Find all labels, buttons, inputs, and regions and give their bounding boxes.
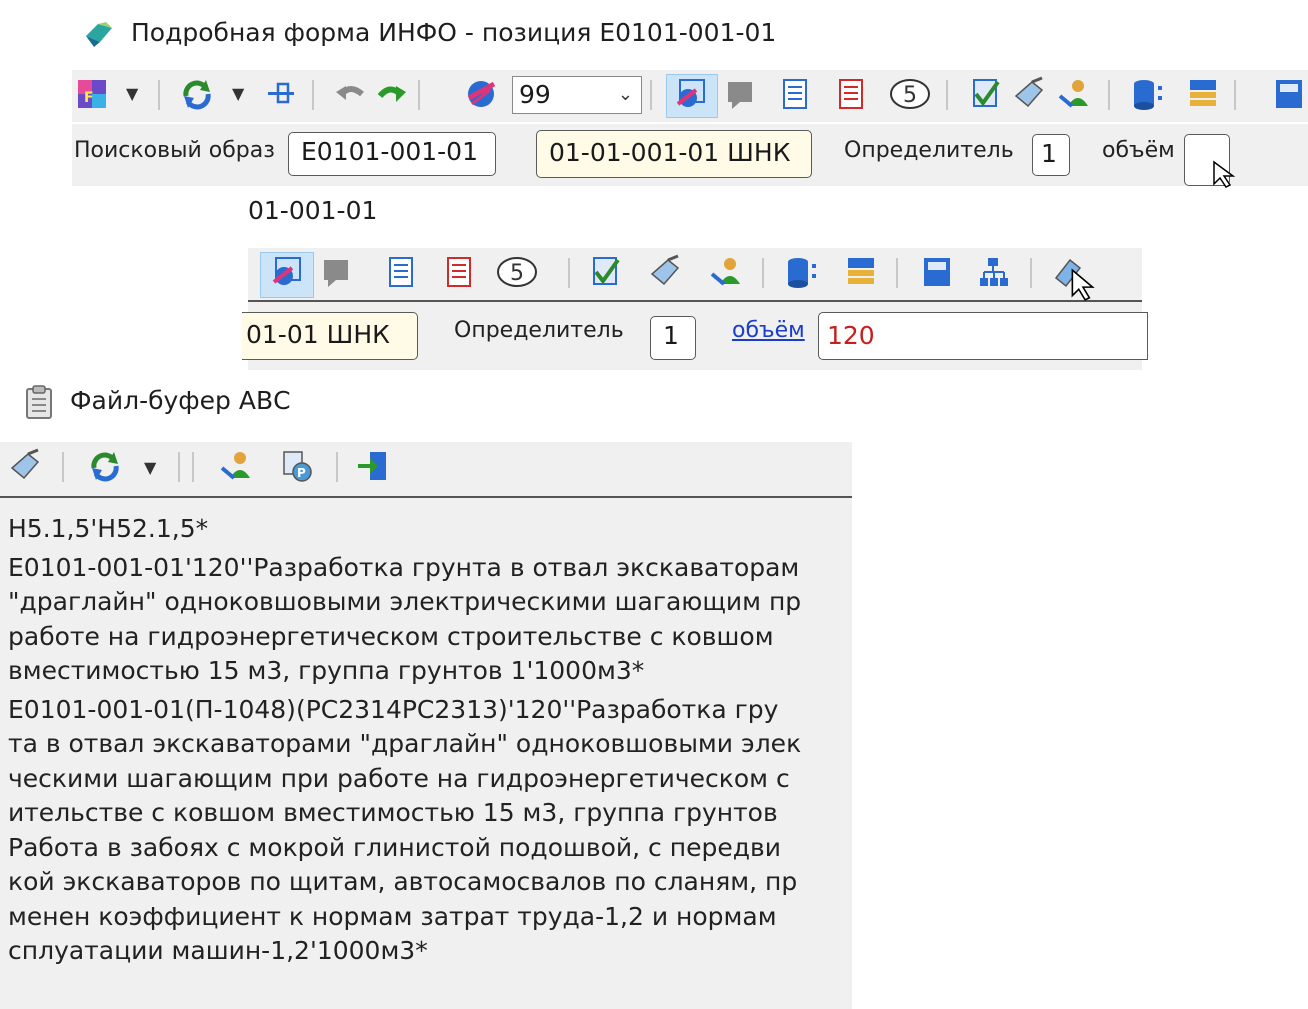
window-title: Подробная форма ИНФО - позиция Е0101-001…	[131, 18, 777, 47]
buffer-line: ительстве с ковшом вместимостью 15 м3, г…	[8, 798, 778, 827]
database-icon[interactable]	[784, 254, 818, 290]
determinant-input[interactable]: 1	[650, 316, 696, 360]
refresh-dropdown-arrow[interactable]: ▼	[232, 84, 244, 103]
toolbar-separator	[762, 258, 764, 288]
buffer-line: Работа в забоях с мокрой глинистой подош…	[8, 832, 781, 862]
toolbar-separator	[946, 80, 948, 110]
search-row: Поисковый образ Е0101-001-01 01-01-001-0…	[72, 124, 1308, 188]
globe-icon	[676, 79, 705, 107]
buffer-toolbar: ▼ P	[0, 442, 852, 498]
window-title-fragment: 01-001-01	[248, 196, 378, 225]
five-circle-icon[interactable]: 5	[888, 76, 932, 112]
toolbar-separator	[312, 80, 314, 110]
buffer-line: вместимостью 15 м3, группа грунтов 1'100…	[8, 656, 645, 685]
buffer-line: Е0101-001-01(П-1048)(РС2314РС2313)'120''…	[8, 694, 779, 724]
buffer-line: та в отвал экскаваторами "драглайн" одно…	[8, 729, 802, 758]
zoom-combobox[interactable]: 99 ⌄	[512, 76, 642, 114]
volume-input[interactable]: 120	[818, 312, 1148, 360]
form-dropdown-arrow[interactable]: ▼	[126, 84, 138, 103]
brush-icon[interactable]	[8, 448, 42, 484]
user-icon[interactable]	[1058, 76, 1092, 112]
app-logo-icon	[86, 22, 112, 47]
toolbar-separator	[1234, 80, 1236, 110]
window-info-form-zoom: 01-001-01 5 01-01 ШНК Определитель 1 объ…	[242, 190, 1148, 372]
window-title: Файл-буфер АВС	[70, 386, 291, 415]
user-icon[interactable]	[220, 448, 254, 484]
window-info-form: Подробная форма ИНФО - позиция Е0101-001…	[0, 0, 1308, 190]
pin-icon[interactable]	[264, 76, 298, 112]
gray-icon[interactable]	[320, 254, 354, 290]
mouse-cursor-icon	[1213, 160, 1236, 188]
user-icon[interactable]	[710, 254, 744, 290]
zoom-value: 99	[519, 80, 551, 109]
refresh-dropdown-arrow[interactable]: ▼	[144, 458, 156, 477]
gray-icon[interactable]	[724, 76, 758, 112]
mouse-cursor-icon	[1071, 268, 1095, 301]
toolbar-separator	[896, 258, 898, 288]
toolbar-separator	[336, 452, 338, 482]
refresh-icon[interactable]	[180, 76, 214, 112]
volume-label: объём	[1102, 138, 1175, 163]
code-field: 01-01-001-01 ШНК	[536, 130, 812, 178]
list-blue-icon[interactable]	[384, 254, 418, 290]
toolbar-separator	[1108, 80, 1110, 110]
determinant-input[interactable]: 1	[1032, 134, 1070, 176]
toolbar-separator	[178, 452, 180, 482]
copy-icon[interactable]: P	[280, 448, 314, 484]
database-icon[interactable]	[1130, 76, 1164, 112]
svg-text:F: F	[84, 90, 94, 106]
list-red-icon[interactable]	[442, 254, 476, 290]
zoom-search-row: 01-01 ШНК Определитель 1 объём 120	[242, 302, 1148, 370]
toolbar-separator	[62, 452, 64, 482]
toolbar-separator	[418, 80, 420, 110]
form-icon[interactable]: F	[76, 76, 110, 112]
toolbar-separator	[192, 452, 194, 482]
tree-icon[interactable]	[976, 254, 1010, 290]
toolbar-separator	[1030, 258, 1032, 288]
buffer-line: менен коэффициент к нормам затрат труда-…	[8, 901, 777, 931]
buffer-line: "драглайн" одноковшовыми электрическими …	[8, 587, 802, 616]
globe-icon[interactable]	[464, 76, 498, 112]
buffer-line: Е0101-001-01'120''Разработка грунта в от…	[8, 552, 800, 582]
determinant-label: Определитель	[844, 138, 1014, 163]
stack-icon[interactable]	[844, 254, 878, 290]
toolbar-separator	[568, 258, 570, 288]
toolbar-separator	[158, 80, 160, 110]
buffer-line: работе на гидроэнергетическом строительс…	[8, 621, 774, 651]
window-buffer: Файл-буфер АВС ▼ P Н5.1,5'Н52.1,5* Е0101…	[0, 380, 852, 1009]
svg-text:5: 5	[903, 83, 917, 108]
svg-text:5: 5	[510, 261, 524, 286]
exit-icon[interactable]	[356, 448, 390, 484]
toolbar-separator	[650, 80, 652, 110]
buffer-line: кой экскаваторов по щитам, автосамосвало…	[8, 867, 798, 896]
brush-icon[interactable]	[648, 254, 682, 290]
search-input[interactable]: Е0101-001-01	[288, 132, 496, 176]
calc-icon[interactable]	[1272, 76, 1306, 112]
refresh-icon[interactable]	[88, 448, 122, 484]
calc-icon[interactable]	[920, 254, 954, 290]
clipboard-icon	[26, 385, 52, 419]
list-red-icon[interactable]	[834, 76, 868, 112]
undo-icon[interactable]	[334, 76, 368, 112]
check-icon[interactable]	[968, 76, 1002, 112]
volume-link[interactable]: объём	[732, 318, 805, 343]
search-label: Поисковый образ	[74, 138, 275, 163]
code-field: 01-01 ШНК	[242, 312, 418, 360]
brush-icon[interactable]	[1012, 76, 1046, 112]
buffer-line: сплуатации машин-1,2'1000м3*	[8, 936, 428, 965]
zoom-toolbar: 5	[248, 248, 1142, 302]
determinant-label: Определитель	[454, 318, 624, 343]
buffer-text-panel[interactable]: Н5.1,5'Н52.1,5* Е0101-001-01'120''Разрабо…	[0, 498, 852, 1009]
buffer-line: Н5.1,5'Н52.1,5*	[8, 514, 209, 543]
check-icon[interactable]	[588, 254, 622, 290]
buffer-line: ческими шагающим при работе на гидроэнер…	[8, 763, 790, 793]
chevron-down-icon[interactable]: ⌄	[618, 77, 633, 113]
globe-icon	[272, 257, 301, 285]
redo-icon[interactable]	[374, 76, 408, 112]
stack-icon[interactable]	[1186, 76, 1220, 112]
list-blue-icon[interactable]	[778, 76, 812, 112]
main-toolbar: F ▼ ▼ 99 ⌄ 5	[72, 70, 1308, 122]
svg-text:P: P	[297, 466, 306, 480]
five-circle-icon[interactable]: 5	[494, 254, 540, 290]
